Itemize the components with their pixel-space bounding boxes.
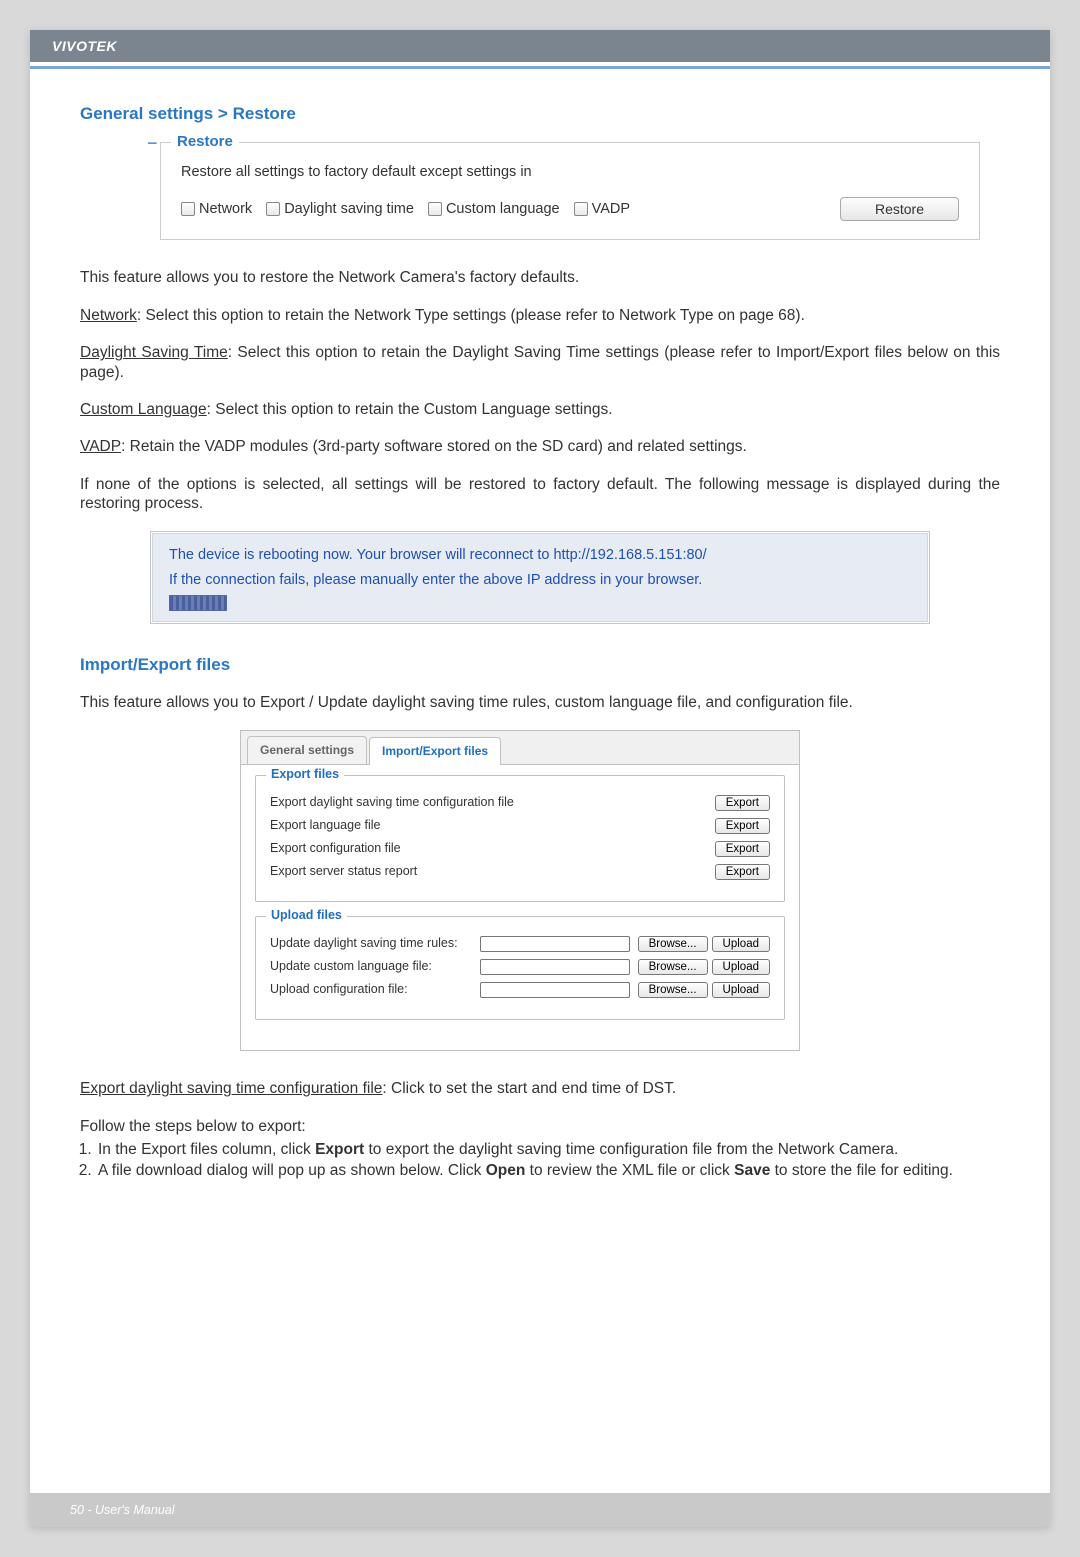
restore-fieldset: − Restore Restore all settings to factor… — [160, 142, 980, 240]
export-button[interactable]: Export — [715, 795, 770, 811]
export-fieldset: Export files Export daylight saving time… — [255, 775, 785, 902]
section2-title: Import/Export files — [80, 654, 1000, 675]
legend-dash-icon: − — [147, 132, 158, 155]
upload-row-config: Upload configuration file: Browse...Uploa… — [270, 982, 770, 998]
term-export-dst: Export daylight saving time configuratio… — [80, 1080, 382, 1097]
upload-fieldset: Upload files Update daylight saving time… — [255, 916, 785, 1020]
browse-button[interactable]: Browse... — [638, 959, 708, 975]
export-row-config: Export configuration file Export — [270, 841, 770, 857]
export-button[interactable]: Export — [715, 818, 770, 834]
checkbox-vadp[interactable]: VADP — [574, 200, 630, 218]
bold-export: Export — [315, 1141, 364, 1158]
para-intro: This feature allows you to restore the N… — [80, 268, 1000, 287]
tail-p2: Follow the steps below to export: — [80, 1117, 1000, 1136]
tabs-row: General settings Import/Export files — [241, 731, 799, 765]
progress-bar-icon — [169, 595, 227, 611]
upload-row-dst: Update daylight saving time rules: Browse… — [270, 936, 770, 952]
text: : Select this option to retain the Custo… — [207, 401, 613, 418]
browse-button[interactable]: Browse... — [638, 936, 708, 952]
text: to review the XML file or click — [525, 1162, 734, 1179]
footer-text: 50 - User's Manual — [70, 1503, 175, 1517]
text: : Retain the VADP modules (3rd-party sof… — [121, 438, 747, 455]
import-export-panel: General settings Import/Export files Exp… — [240, 730, 800, 1051]
label: Export server status report — [270, 864, 417, 880]
tail-p1: Export daylight saving time configuratio… — [80, 1079, 1000, 1098]
text: : Select this option to retain the Netwo… — [137, 307, 805, 324]
brand-text: VIVOTEK — [52, 38, 117, 54]
label: Update custom language file: — [270, 959, 432, 975]
checkbox-icon — [574, 202, 588, 216]
cb-label: Custom language — [446, 200, 560, 218]
para-custom-language: Custom Language: Select this option to r… — [80, 400, 1000, 419]
bold-open: Open — [486, 1162, 526, 1179]
file-input[interactable] — [480, 959, 630, 975]
cb-label: VADP — [592, 200, 630, 218]
text: In the Export files column, click — [98, 1141, 315, 1158]
text: to export the daylight saving time confi… — [364, 1141, 898, 1158]
checkbox-icon — [266, 202, 280, 216]
label: Export daylight saving time configuratio… — [270, 795, 514, 811]
upload-row-language: Update custom language file: Browse...Upl… — [270, 959, 770, 975]
para-none: If none of the options is selected, all … — [80, 475, 1000, 514]
export-row-status: Export server status report Export — [270, 864, 770, 880]
term-vadp: VADP — [80, 438, 121, 455]
label: Update daylight saving time rules: — [270, 936, 458, 952]
export-button[interactable]: Export — [715, 864, 770, 880]
cb-label: Network — [199, 200, 252, 218]
label: Export configuration file — [270, 841, 401, 857]
restore-subtitle: Restore all settings to factory default … — [181, 163, 959, 181]
reboot-line2: If the connection fails, please manually… — [169, 571, 911, 589]
export-legend: Export files — [266, 767, 344, 783]
file-input[interactable] — [480, 982, 630, 998]
term-cl: Custom Language — [80, 401, 207, 418]
step-1: In the Export files column, click Export… — [96, 1140, 1000, 1159]
label: Export language file — [270, 818, 381, 834]
label: Upload configuration file: — [270, 982, 408, 998]
reboot-line1: The device is rebooting now. Your browse… — [169, 546, 911, 564]
section2-intro: This feature allows you to Export / Upda… — [80, 693, 1000, 712]
file-input[interactable] — [480, 936, 630, 952]
steps-list: In the Export files column, click Export… — [80, 1140, 1000, 1181]
text: A file download dialog will pop up as sh… — [98, 1162, 486, 1179]
checkbox-custom-language[interactable]: Custom language — [428, 200, 560, 218]
tab-general-settings[interactable]: General settings — [247, 736, 367, 764]
step-2: A file download dialog will pop up as sh… — [96, 1161, 1000, 1180]
checkbox-network[interactable]: Network — [181, 200, 252, 218]
para-vadp: VADP: Retain the VADP modules (3rd-party… — [80, 437, 1000, 456]
upload-button[interactable]: Upload — [712, 982, 770, 998]
tab-import-export[interactable]: Import/Export files — [369, 737, 501, 765]
brand-header: VIVOTEK — [30, 30, 1050, 62]
export-button[interactable]: Export — [715, 841, 770, 857]
checkbox-icon — [181, 202, 195, 216]
browse-button[interactable]: Browse... — [638, 982, 708, 998]
page-footer: 50 - User's Manual — [30, 1493, 1050, 1527]
section1-title: General settings > Restore — [80, 103, 1000, 124]
cb-label: Daylight saving time — [284, 200, 414, 218]
para-network: Network: Select this option to retain th… — [80, 306, 1000, 325]
checkbox-dst[interactable]: Daylight saving time — [266, 200, 414, 218]
reboot-message-box: The device is rebooting now. Your browse… — [150, 531, 930, 623]
text: to store the file for editing. — [770, 1162, 953, 1179]
restore-legend: Restore — [171, 133, 239, 152]
upload-legend: Upload files — [266, 908, 347, 924]
export-row-language: Export language file Export — [270, 818, 770, 834]
upload-button[interactable]: Upload — [712, 959, 770, 975]
checkbox-icon — [428, 202, 442, 216]
restore-button[interactable]: Restore — [840, 197, 959, 221]
text: : Click to set the start and end time of… — [382, 1080, 676, 1097]
bold-save: Save — [734, 1162, 770, 1179]
term-dst: Daylight Saving Time — [80, 344, 228, 361]
para-dst: Daylight Saving Time: Select this option… — [80, 343, 1000, 382]
term-network: Network — [80, 307, 137, 324]
export-row-dst: Export daylight saving time configuratio… — [270, 795, 770, 811]
upload-button[interactable]: Upload — [712, 936, 770, 952]
